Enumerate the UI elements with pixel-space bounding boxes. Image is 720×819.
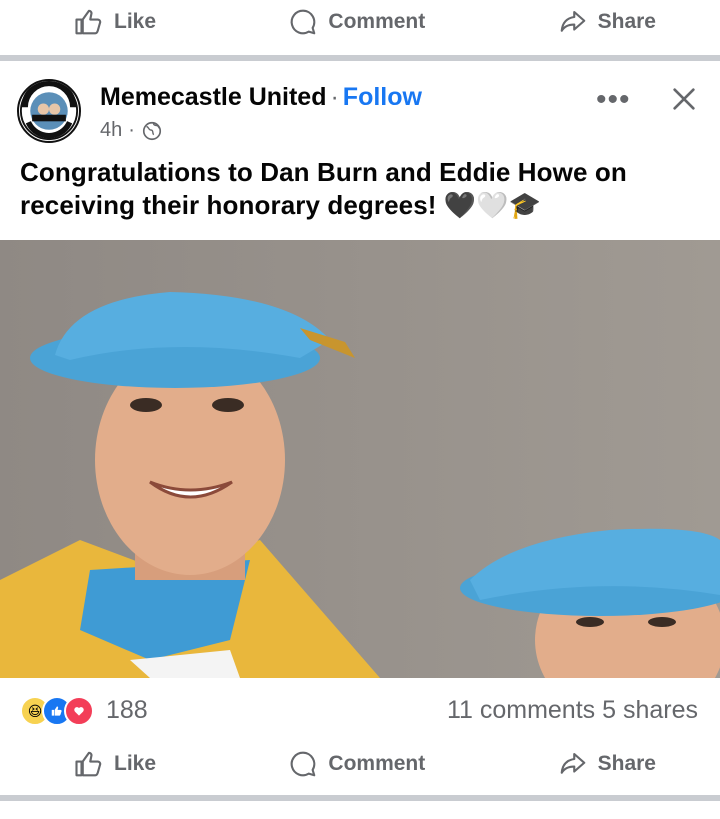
post-caption: Congratulations to Dan Burn and Eddie Ho…: [20, 157, 627, 220]
meta-separator: ·: [128, 119, 135, 141]
graduation-photo: [0, 240, 720, 678]
post-photo[interactable]: [0, 240, 720, 678]
share-arrow-icon: [560, 10, 585, 32]
memecastle-logo-icon: [19, 81, 79, 141]
shares-count[interactable]: 5 shares: [602, 696, 698, 724]
thumbs-up-icon: [75, 9, 102, 35]
like-label: Like: [114, 10, 157, 33]
comment-button[interactable]: Comment: [288, 7, 425, 37]
comment-button[interactable]: Comment: [288, 749, 425, 779]
like-button[interactable]: Like: [74, 7, 156, 37]
like-button[interactable]: Like: [74, 749, 156, 779]
share-button[interactable]: Share: [558, 749, 656, 779]
post-actions: Like Comment Share: [0, 742, 720, 786]
share-arrow-icon: [560, 752, 585, 774]
post-meta: 4h ·: [100, 119, 163, 142]
separator: ·: [330, 83, 339, 111]
share-label: Share: [597, 10, 656, 33]
post-time[interactable]: 4h: [100, 119, 122, 142]
previous-post-actions: Like Comment Share: [0, 0, 720, 44]
share-button[interactable]: Share: [558, 7, 656, 37]
post-title-line: Memecastle United · Follow: [100, 83, 422, 112]
page-name[interactable]: Memecastle United: [100, 83, 326, 111]
reactions-count[interactable]: 188: [106, 696, 148, 725]
reactions-summary[interactable]: 😆: [20, 696, 94, 726]
comment-icon: [291, 9, 316, 35]
comment-label: Comment: [328, 10, 426, 33]
globe-icon: [142, 121, 161, 140]
comments-count[interactable]: 11 comments: [447, 696, 595, 724]
follow-button[interactable]: Follow: [343, 83, 422, 111]
comments-shares: 11 comments 5 shares: [447, 696, 698, 725]
close-icon[interactable]: [668, 83, 700, 115]
feed-post: Memecastle United · Follow 4h · ••• Congra…: [0, 61, 720, 726]
more-options-icon[interactable]: •••: [596, 83, 631, 117]
share-label: Share: [597, 752, 656, 775]
feed-divider: [0, 795, 720, 801]
page-avatar[interactable]: [17, 79, 81, 143]
comment-label: Comment: [328, 752, 426, 775]
post-header: Memecastle United · Follow 4h · •••: [0, 61, 720, 151]
thumbs-up-icon: [75, 751, 102, 777]
comment-icon: [291, 751, 316, 777]
love-icon: [64, 696, 94, 726]
post-stats: 😆 188 11 comments 5 shares: [0, 694, 720, 730]
like-label: Like: [114, 752, 157, 775]
